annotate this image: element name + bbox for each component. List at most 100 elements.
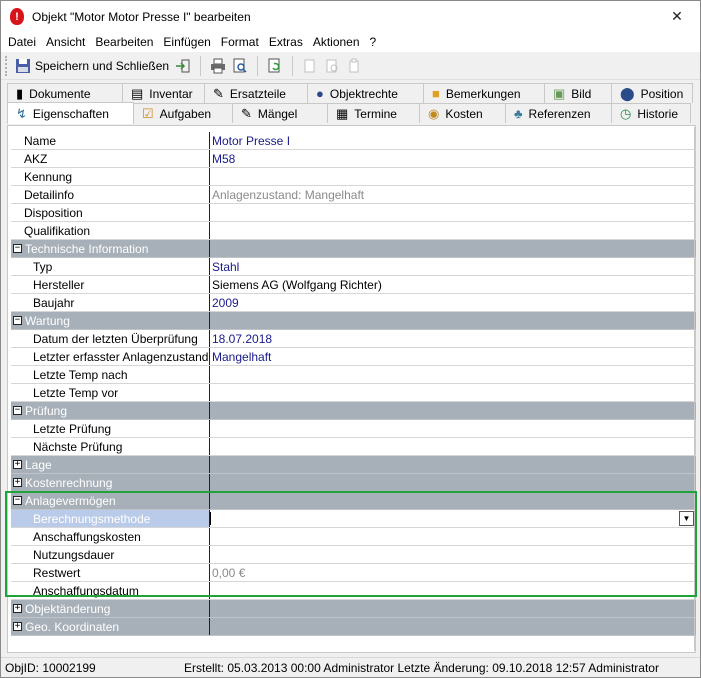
- text-caret: [210, 512, 211, 525]
- category-row[interactable]: − Technische Information: [11, 240, 696, 258]
- property-row[interactable]: Datum der letzten Überprüfung 18.07.2018: [11, 330, 696, 348]
- toolbar-grip[interactable]: [5, 55, 8, 76]
- category-value: [210, 492, 696, 509]
- property-row[interactable]: Kennung: [11, 168, 696, 186]
- tab-ersatzteile[interactable]: ✎ Ersatzteile: [204, 83, 308, 103]
- tab-eigenschaften[interactable]: ↯ Eigenschaften: [7, 102, 134, 124]
- expand-icon[interactable]: +: [13, 622, 22, 631]
- category-row[interactable]: + Objektänderung: [11, 600, 696, 618]
- print-preview-button[interactable]: [229, 55, 251, 77]
- property-value[interactable]: ▼: [210, 510, 696, 527]
- category-row[interactable]: + Geo. Koordinaten: [11, 618, 696, 636]
- property-value[interactable]: [210, 438, 696, 455]
- property-row[interactable]: Anschaffungsdatum: [11, 582, 696, 600]
- property-value[interactable]: 2009: [210, 294, 696, 311]
- menu-datei[interactable]: Datei: [5, 35, 43, 49]
- property-row[interactable]: Hersteller Siemens AG (Wolfgang Richter): [11, 276, 696, 294]
- row-label: Letzte Temp vor: [33, 385, 119, 400]
- property-value[interactable]: [210, 528, 696, 545]
- property-value[interactable]: M58: [210, 150, 696, 167]
- collapse-icon[interactable]: −: [13, 406, 22, 415]
- category-label: − Technische Information: [11, 240, 210, 257]
- property-value[interactable]: [210, 222, 696, 239]
- property-row[interactable]: Disposition: [11, 204, 696, 222]
- expand-icon[interactable]: +: [13, 604, 22, 613]
- tab-aufgaben[interactable]: ☑ Aufgaben: [133, 103, 233, 123]
- tab-bild[interactable]: ▣ Bild: [544, 83, 612, 103]
- save-close-button[interactable]: Speichern und Schließen: [12, 55, 172, 77]
- property-row[interactable]: Name Motor Presse I: [11, 132, 696, 150]
- menu-ansicht[interactable]: Ansicht: [43, 35, 92, 49]
- row-label: Disposition: [24, 205, 83, 220]
- property-row[interactable]: Detailinfo Anlagenzustand: Mangelhaft: [11, 186, 696, 204]
- save-close-label: Speichern und Schließen: [35, 58, 170, 73]
- refresh-button[interactable]: [264, 55, 286, 77]
- category-value: [210, 456, 696, 473]
- menu-aktionen[interactable]: Aktionen: [310, 35, 367, 49]
- collapse-icon[interactable]: −: [13, 244, 22, 253]
- row-label: Lage: [25, 457, 52, 472]
- close-button[interactable]: ✕: [654, 1, 700, 32]
- property-name: Letzte Temp nach: [11, 366, 210, 383]
- tab-objektrechte[interactable]: ● Objektrechte: [307, 83, 424, 103]
- menu-help[interactable]: ?: [367, 35, 384, 49]
- category-row[interactable]: − Anlagevermögen: [11, 492, 696, 510]
- menu-bearbeiten[interactable]: Bearbeiten: [92, 35, 160, 49]
- tab-inventar[interactable]: ▤ Inventar: [122, 83, 205, 103]
- property-value[interactable]: [210, 582, 696, 599]
- disabled-button-2: [321, 55, 343, 77]
- property-value[interactable]: [210, 384, 696, 401]
- property-row[interactable]: AKZ M58: [11, 150, 696, 168]
- property-value[interactable]: 18.07.2018: [210, 330, 696, 347]
- property-value[interactable]: [210, 546, 696, 563]
- property-row[interactable]: Qualifikation: [11, 222, 696, 240]
- property-value[interactable]: [210, 204, 696, 221]
- property-value[interactable]: Mangelhaft: [210, 348, 696, 365]
- property-value[interactable]: Siemens AG (Wolfgang Richter): [210, 276, 696, 293]
- expand-icon[interactable]: +: [13, 478, 22, 487]
- property-row[interactable]: Restwert 0,00 €: [11, 564, 696, 582]
- property-value[interactable]: 0,00 €: [210, 564, 696, 581]
- tab-position[interactable]: ⬤ Position: [611, 83, 693, 103]
- tab-historie[interactable]: ◷ Historie: [611, 103, 691, 123]
- menu-einfuegen[interactable]: Einfügen: [160, 35, 217, 49]
- tab-dokumente[interactable]: ▮ Dokumente: [7, 83, 123, 103]
- collapse-icon[interactable]: −: [13, 496, 22, 505]
- tab-kosten[interactable]: ◉ Kosten: [419, 103, 506, 123]
- category-row[interactable]: + Kostenrechnung: [11, 474, 696, 492]
- property-value[interactable]: [210, 168, 696, 185]
- print-button[interactable]: [207, 55, 229, 77]
- property-value[interactable]: [210, 420, 696, 437]
- row-label: Datum der letzten Überprüfung: [33, 331, 198, 346]
- menu-format[interactable]: Format: [218, 35, 266, 49]
- tab-bemerkungen[interactable]: ■ Bemerkungen: [423, 83, 545, 103]
- category-row[interactable]: − Wartung: [11, 312, 696, 330]
- properties-icon: ↯: [16, 105, 27, 121]
- property-value[interactable]: Stahl: [210, 258, 696, 275]
- property-row[interactable]: Nutzungsdauer: [11, 546, 696, 564]
- tab-maengel[interactable]: ✎ Mängel: [232, 103, 328, 123]
- collapse-icon[interactable]: −: [13, 316, 22, 325]
- property-row[interactable]: Anschaffungskosten: [11, 528, 696, 546]
- category-row[interactable]: + Lage: [11, 456, 696, 474]
- property-row[interactable]: Letzte Prüfung: [11, 420, 696, 438]
- property-row[interactable]: Letzte Temp vor: [11, 384, 696, 402]
- category-row[interactable]: − Prüfung: [11, 402, 696, 420]
- tab-referenzen[interactable]: ♣ Referenzen: [505, 103, 612, 123]
- property-row[interactable]: Nächste Prüfung: [11, 438, 696, 456]
- expand-icon[interactable]: +: [13, 460, 22, 469]
- row-label: Geo. Koordinaten: [25, 619, 120, 634]
- property-row[interactable]: Typ Stahl: [11, 258, 696, 276]
- property-row[interactable]: Baujahr 2009: [11, 294, 696, 312]
- property-value[interactable]: Anlagenzustand: Mangelhaft: [210, 186, 696, 203]
- property-row[interactable]: Letzte Temp nach: [11, 366, 696, 384]
- property-value[interactable]: Motor Presse I: [210, 132, 696, 149]
- property-row[interactable]: Letzter erfasster Anlagenzustand Mangelha…: [11, 348, 696, 366]
- toolbar-separator: [292, 55, 294, 76]
- menu-extras[interactable]: Extras: [266, 35, 310, 49]
- property-row[interactable]: Berechnungsmethode ▼: [11, 510, 696, 528]
- export-button[interactable]: [172, 55, 194, 77]
- dropdown-arrow-icon[interactable]: ▼: [679, 511, 694, 526]
- tab-termine[interactable]: ▦ Termine: [327, 103, 420, 123]
- property-value[interactable]: [210, 366, 696, 383]
